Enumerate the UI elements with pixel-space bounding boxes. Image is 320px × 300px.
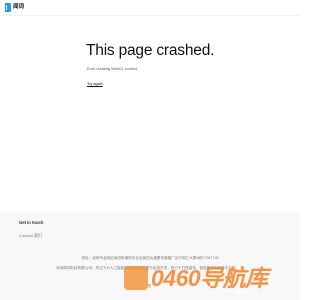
footer-company-description: 深圳闻词科技有限公司，专注于AI人工智能的深度文本处理与应用开发，致力于打造高效… — [56, 266, 232, 270]
footer: Get in touch Contact 我们 地址：深圳市龙岗区坂田街道岗头社… — [0, 212, 300, 300]
logo-text: 闻词 — [13, 4, 25, 10]
contact-link[interactable]: Contact 我们 — [19, 233, 42, 239]
logo-icon — [5, 3, 11, 12]
footer-address: 地址：深圳市龙岗区坂田街道岗头社区坂田大道联华南路厂区中软汇大厦A栋2706T1… — [81, 256, 219, 260]
error-message: Error creating WebGL context. — [87, 67, 139, 71]
logo[interactable]: 闻词 — [5, 3, 24, 12]
crash-panel: This page crashed. Error creating WebGL … — [86, 42, 226, 90]
footer-small-text: 所 — [148, 284, 152, 288]
top-bar: 闻词 — [0, 0, 300, 16]
crash-title: This page crashed. — [86, 42, 215, 59]
try-again-button[interactable]: Try again — [87, 82, 103, 88]
footer-heading: Get in touch — [19, 220, 44, 225]
